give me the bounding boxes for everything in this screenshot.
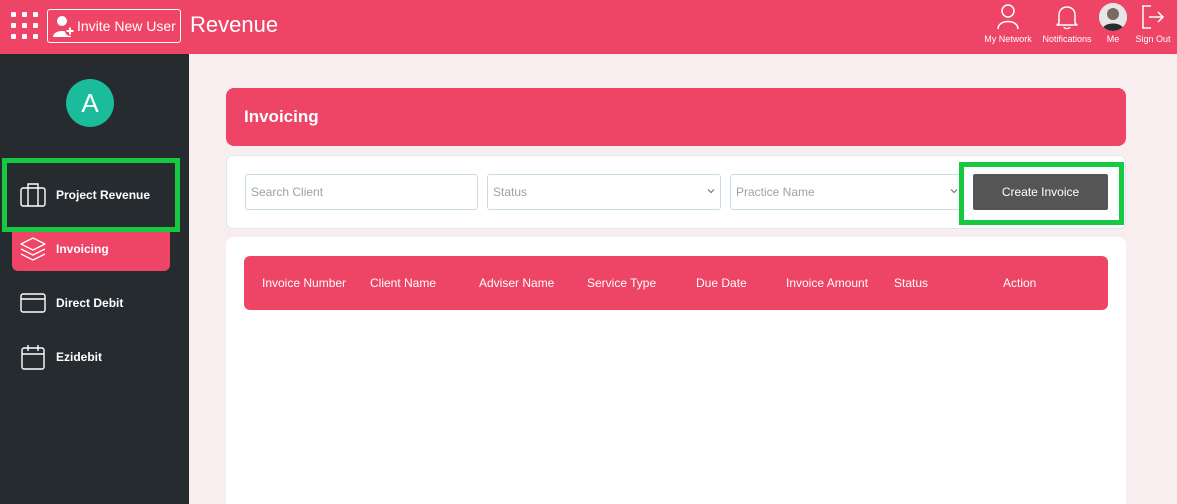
person-icon [997,2,1019,32]
search-client-placeholder: Search Client [251,185,324,199]
nav-my-network-label: My Network [984,34,1032,44]
section-header: Invoicing [226,88,1126,146]
sidebar: A Project Revenue Invoicing Direct Debit… [0,54,189,504]
nav-me-label: Me [1106,34,1120,44]
table-header-row: Invoice Number Client Name Adviser Name … [244,256,1108,310]
bell-icon [1055,2,1079,32]
column-header-adviser-name[interactable]: Adviser Name [479,256,554,310]
avatar [1099,2,1127,32]
sidebar-item-direct-debit[interactable]: Direct Debit [12,281,170,325]
layers-icon [20,236,46,262]
chevron-down-icon [707,189,715,194]
nav-notifications-label: Notifications [1042,34,1092,44]
status-placeholder: Status [493,185,528,199]
sidebar-item-invoicing[interactable]: Invoicing [12,227,170,271]
filter-bar: Search Client Status Practice Name Creat… [226,155,1126,229]
column-header-invoice-number[interactable]: Invoice Number [262,256,346,310]
add-user-icon [52,14,76,38]
card-icon [20,290,46,316]
nav-sign-out-label: Sign Out [1135,34,1171,44]
nav-sign-out[interactable]: Sign Out [1133,2,1173,52]
section-title: Invoicing [244,107,319,126]
column-header-service-type[interactable]: Service Type [587,256,656,310]
nav-my-network[interactable]: My Network [982,2,1034,52]
search-client-input[interactable]: Search Client [245,174,478,210]
column-header-due-date[interactable]: Due Date [696,256,747,310]
page-heading: Revenue [190,12,279,37]
sign-out-icon [1141,2,1165,32]
nav-notifications[interactable]: Notifications [1041,2,1093,52]
user-avatar[interactable]: A [66,79,114,127]
top-bar: Invite New User Revenue My Network Notif… [0,0,1177,54]
apps-grid-icon[interactable] [11,12,39,40]
invite-new-user-label: Invite New User [77,18,176,34]
chevron-down-icon [950,189,958,194]
calendar-icon [20,344,46,370]
sidebar-item-label: Invoicing [56,242,109,256]
sidebar-item-label: Direct Debit [56,296,124,310]
invoice-table: Invoice Number Client Name Adviser Name … [226,237,1126,504]
column-header-action[interactable]: Action [1003,256,1036,310]
sidebar-item-label: Ezidebit [56,350,103,364]
column-header-client-name[interactable]: Client Name [370,256,436,310]
column-header-invoice-amount[interactable]: Invoice Amount [786,256,868,310]
practice-name-select[interactable]: Practice Name [730,174,964,210]
sidebar-item-ezidebit[interactable]: Ezidebit [12,335,170,379]
column-header-status[interactable]: Status [894,256,928,310]
practice-name-placeholder: Practice Name [736,185,815,199]
highlight-frame [2,158,180,232]
invite-new-user-button[interactable]: Invite New User [47,9,181,43]
nav-me[interactable]: Me [1099,2,1127,52]
status-select[interactable]: Status [487,174,721,210]
create-invoice-button[interactable]: Create Invoice [973,174,1108,210]
